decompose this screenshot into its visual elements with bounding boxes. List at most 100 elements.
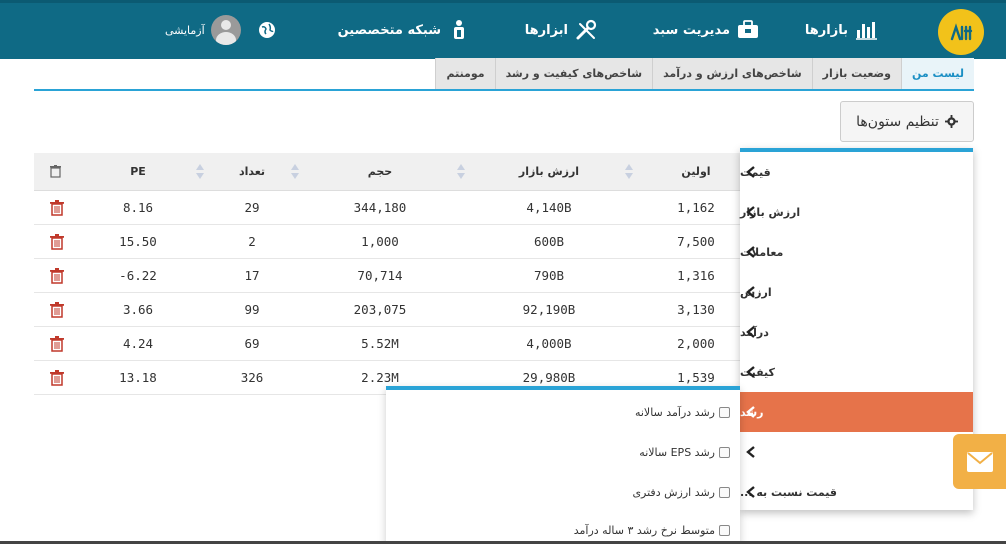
tab-value-income[interactable]: شاخص‌های ارزش و درآمد — [652, 58, 812, 89]
cell-market-cap: 600B — [533, 234, 565, 249]
trash-icon[interactable] — [50, 234, 64, 250]
nav-basket-management[interactable]: مدیریت سبد — [653, 16, 760, 44]
header-volume[interactable]: حجم — [300, 153, 460, 191]
network-icon — [454, 20, 464, 39]
trash-icon[interactable] — [50, 200, 64, 216]
tools-icon — [576, 19, 597, 40]
avatar — [210, 15, 241, 45]
menu-item-price[interactable]: قیمت — [740, 152, 973, 192]
cell-count: 29 — [244, 200, 260, 215]
growth-submenu: رشد درآمد سالانه رشد EPS سالانه رشد ارزش… — [386, 386, 740, 544]
tabs-underline — [34, 89, 974, 91]
cell-volume: 1,000 — [361, 234, 399, 249]
contact-mail-button[interactable] — [953, 434, 1006, 489]
chevron-left-icon — [746, 246, 755, 258]
table-row[interactable]: 4.24 69 5.52M 4,000B 2,000 — [34, 327, 740, 361]
sort-count-icon[interactable] — [291, 164, 299, 180]
cell-pe: 3.66 — [122, 302, 154, 317]
envelope-icon — [966, 451, 993, 472]
user-name: آزمایشی — [165, 23, 205, 37]
nav-tools[interactable]: ابزارها — [525, 16, 598, 44]
submenu-item-label: متوسط نرخ رشد ۳ ساله درآمد — [573, 524, 715, 537]
nav-experts-network[interactable]: شبکه متخصصین — [338, 16, 471, 44]
checkbox[interactable] — [719, 487, 730, 498]
cell-market-cap: 4,140B — [526, 200, 572, 215]
watchlist-table: PE تعداد حجم ارزش بازار اولین 8.16 29 34… — [34, 153, 740, 395]
trash-icon[interactable] — [50, 370, 64, 386]
gear-icon — [944, 115, 958, 128]
checkbox[interactable] — [719, 525, 730, 536]
top-navbar: بازارها مدیریت سبد ابزارها شبکه متخصصین … — [0, 0, 1006, 59]
briefcase-icon — [738, 20, 758, 38]
submenu-item-label: رشد درآمد سالانه — [634, 406, 715, 419]
cell-market-cap: 92,190B — [522, 302, 576, 317]
cell-pe: 15.50 — [119, 234, 157, 249]
trash-icon[interactable] — [50, 268, 64, 284]
nav-markets-label: بازارها — [804, 22, 848, 38]
logo-mark-icon — [950, 23, 973, 41]
menu-item-growth[interactable]: رشد — [740, 392, 973, 432]
cell-count: 2 — [248, 234, 256, 249]
cell-pe: 4.24 — [122, 336, 154, 351]
nav-basket-label: مدیریت سبد — [652, 22, 730, 38]
cell-count: 69 — [244, 336, 260, 351]
cell-market-cap: 4,000B — [526, 336, 572, 351]
trash-icon[interactable] — [50, 302, 64, 318]
cell-volume: 203,075 — [353, 302, 407, 317]
bar-chart-icon — [856, 22, 877, 40]
table-row[interactable]: 3.66 99 203,075 92,190B 3,130 — [34, 293, 740, 327]
tab-market-status[interactable]: وضعیت بازار — [811, 58, 901, 89]
table-row[interactable]: -6.22 17 70,714 790B 1,316 — [34, 259, 740, 293]
chevron-left-icon — [746, 486, 755, 498]
menu-item-hidden[interactable] — [740, 432, 973, 472]
chevron-left-icon — [746, 326, 755, 338]
cell-volume: 344,180 — [353, 200, 407, 215]
submenu-item[interactable]: رشد درآمد سالانه — [635, 406, 730, 419]
cell-pe: 13.18 — [119, 370, 157, 385]
menu-item-value[interactable]: ارزش — [740, 272, 973, 312]
site-logo[interactable] — [938, 9, 984, 55]
sort-market-cap-icon[interactable] — [625, 164, 633, 180]
tab-quality-growth[interactable]: شاخص‌های کیفیت و رشد — [494, 58, 653, 89]
cell-pe: 8.16 — [122, 200, 154, 215]
submenu-item[interactable]: رشد ارزش دفتری — [632, 486, 730, 499]
chevron-left-icon — [746, 366, 755, 378]
trash-icon[interactable] — [50, 336, 64, 352]
cell-pe: -6.22 — [119, 268, 157, 283]
checkbox[interactable] — [719, 407, 730, 418]
table-row[interactable]: 8.16 29 344,180 4,140B 1,162 — [34, 191, 740, 225]
menu-item-market-cap[interactable]: ارزش بازار — [740, 192, 973, 232]
column-settings-label: تنظیم ستون‌ها — [856, 113, 939, 130]
menu-item-income[interactable]: درآمد — [740, 312, 973, 352]
tabs-bar: لیست من وضعیت بازار شاخص‌های ارزش و درآم… — [435, 58, 974, 89]
table-row[interactable]: 15.50 2 1,000 600B 7,500 — [34, 225, 740, 259]
cell-volume: 5.52M — [361, 336, 399, 351]
menu-item-price-relative[interactable]: قیمت نسبت به ... — [740, 472, 973, 512]
globe-icon[interactable] — [258, 21, 276, 39]
nav-markets[interactable]: بازارها — [805, 16, 878, 44]
navbar-shade — [0, 0, 1006, 3]
submenu-item-label: رشد EPS سالانه — [639, 446, 715, 459]
submenu-item-label: رشد ارزش دفتری — [632, 486, 715, 499]
header-market-cap[interactable]: ارزش بازار — [464, 153, 634, 191]
chevron-left-icon — [746, 286, 755, 298]
chevron-left-icon — [746, 206, 755, 218]
cell-count: 326 — [240, 370, 264, 385]
trash-header-icon — [50, 165, 61, 178]
column-settings-button[interactable]: تنظیم ستون‌ها — [840, 101, 974, 142]
checkbox[interactable] — [719, 447, 730, 458]
header-pe[interactable]: PE — [88, 153, 188, 191]
menu-item-trades[interactable]: معاملات — [740, 232, 973, 272]
menu-item-quality[interactable]: کیفیت — [740, 352, 973, 392]
column-category-menu: قیمت ارزش بازار معاملات ارزش درآمد کیفیت… — [740, 148, 973, 510]
cell-count: 99 — [244, 302, 260, 317]
submenu-item[interactable]: متوسط نرخ رشد ۳ ساله درآمد — [574, 524, 730, 537]
chevron-left-icon — [746, 446, 755, 458]
nav-tools-label: ابزارها — [524, 22, 568, 38]
user-menu[interactable]: آزمایشی — [165, 15, 241, 45]
submenu-item[interactable]: رشد EPS سالانه — [639, 446, 730, 459]
cell-volume: 70,714 — [357, 268, 403, 283]
tab-momentum[interactable]: مومنتم — [435, 58, 495, 89]
chevron-left-icon — [746, 166, 755, 178]
tab-my-list[interactable]: لیست من — [901, 58, 974, 89]
